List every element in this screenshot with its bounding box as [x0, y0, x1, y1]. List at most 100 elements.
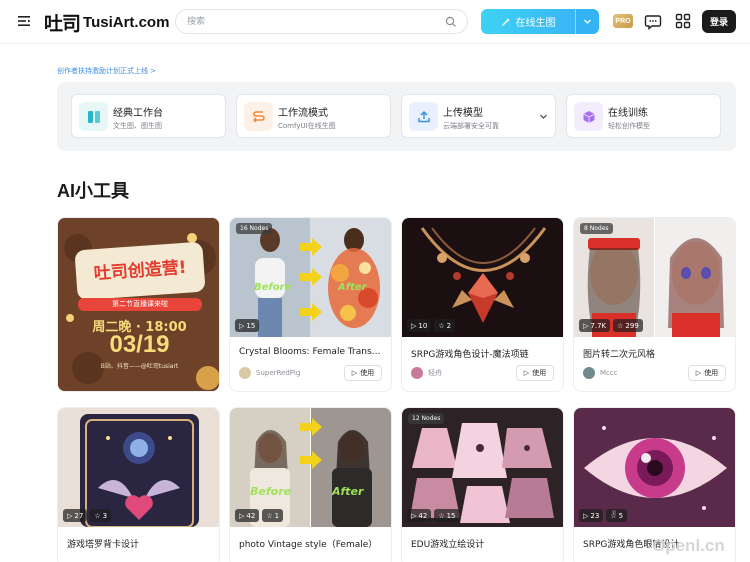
logo-mark: 吐司: [44, 12, 81, 35]
pro-badge[interactable]: PRO: [613, 14, 633, 28]
star-icon: ☆: [266, 511, 273, 520]
star-icon: ☆: [617, 321, 624, 330]
tool-card-image: ▷ 27 ☆ 3: [58, 408, 219, 527]
quick-action-title: 经典工作台: [113, 108, 163, 119]
quick-action-upload-model[interactable]: 上传模型 云端部署安全可靠: [401, 94, 556, 138]
tool-card-title: photo Vintage style（Female）: [239, 540, 378, 550]
generate-label: 在线生图: [515, 18, 556, 29]
star-count-badge: ☆ 1: [262, 509, 284, 522]
author-name: SuperRedPig: [256, 369, 301, 377]
avatar: [411, 367, 423, 379]
star-count-badge: ☆ 15: [434, 509, 460, 522]
nodes-badge: 16 Nodes: [236, 223, 273, 234]
tool-card-title: Crystal Blooms: Female Transp...: [239, 347, 384, 357]
star-icon: ☆: [438, 511, 445, 520]
run-count: 27: [74, 511, 84, 520]
tool-card-title: 图片转二次元风格: [583, 350, 656, 360]
search-icon[interactable]: [445, 16, 457, 28]
run-count-badge: ▷ 10: [407, 319, 432, 332]
stats-row: ▷ 15: [235, 319, 260, 332]
play-icon: ▷: [411, 511, 417, 520]
author-info[interactable]: Mccc: [583, 367, 618, 379]
quick-action-title: 在线训练: [608, 108, 648, 119]
promo-card[interactable]: 吐司创造营! 第二节直播课来啦 周二晚 · 18:00 03/19 B站、抖音—…: [57, 217, 220, 392]
site-logo[interactable]: 吐司 TusiArt.com: [44, 9, 169, 35]
promo-footer: B站、抖音——@吐司tusiart: [100, 363, 179, 370]
tool-card[interactable]: 8 Nodes ▷ 7.7K ☆ 299 图片转二次元风格 Mccc ▷ 使用: [573, 217, 736, 392]
creator-program-link[interactable]: 创作者扶持激励计划正式上线 >: [57, 66, 156, 76]
run-count-badge: ▷ 27: [63, 509, 88, 522]
search-input[interactable]: [187, 13, 437, 30]
login-button[interactable]: 登录: [702, 10, 736, 33]
quick-action-subtitle: 文生图、图生图: [113, 122, 162, 130]
star-count: 1: [274, 511, 280, 520]
stats-row: ▷ 10 ☆ 2: [407, 319, 456, 332]
stats-row: ▷ 42 ☆ 15: [407, 509, 460, 522]
tool-card-image: ▷ 23 ☆ 5: [574, 408, 735, 527]
section-title: AI小工具: [57, 181, 129, 201]
tool-card[interactable]: ▷ 10 ☆ 2 SRPG游戏角色设计-魔法项链 轻舟 ▷ 使用: [401, 217, 564, 392]
run-count-badge: ▷ 15: [235, 319, 260, 332]
quick-actions-panel: 经典工作台 文生图、图生图 工作流模式 ComfyUI在线生图 上传模型 云端部…: [57, 82, 736, 151]
quick-action-online-training[interactable]: 在线训练 轻松创作模型: [566, 94, 721, 138]
tool-card[interactable]: 12 Nodes ▷ 42 ☆ 15 EDU游戏立绘设计: [401, 407, 564, 562]
stats-row: ▷ 7.7K ☆ 299: [579, 319, 643, 332]
play-icon: ▷: [239, 511, 245, 520]
tool-card[interactable]: Before After ▷ 42 ☆ 1 photo Vintage style（…: [229, 407, 392, 562]
star-count-badge: ☆ 2: [434, 319, 456, 332]
generate-button-group: 在线生图: [481, 9, 599, 34]
star-count: 2: [446, 321, 452, 330]
use-button[interactable]: ▷ 使用: [688, 365, 726, 381]
logo-text: TusiArt.com: [83, 13, 170, 31]
use-label: 使用: [704, 369, 719, 377]
author-name: Mccc: [600, 369, 618, 377]
run-count: 15: [246, 321, 256, 330]
author-info[interactable]: 轻舟: [411, 367, 442, 379]
tool-card[interactable]: ▷ 27 ☆ 3 游戏塔罗背卡设计: [57, 407, 220, 562]
run-count-badge: ▷ 23: [579, 509, 604, 522]
use-label: 使用: [532, 369, 547, 377]
quick-action-workflow-mode[interactable]: 工作流模式 ComfyUI在线生图: [236, 94, 391, 138]
author-info[interactable]: SuperRedPig: [239, 367, 300, 379]
quick-action-classic-workbench[interactable]: 经典工作台 文生图、图生图: [71, 94, 226, 138]
use-button[interactable]: ▷ 使用: [516, 365, 554, 381]
tool-card-image: Before After 16 Nodes ▷ 15: [230, 218, 391, 337]
tool-card-title: SRPG游戏角色设计-魔法项链: [411, 350, 529, 360]
run-count: 23: [590, 511, 600, 520]
after-label: After: [332, 485, 364, 498]
generate-dropdown-button[interactable]: [575, 9, 599, 34]
star-count-badge: ☆ 5: [606, 509, 628, 522]
run-count-badge: ▷ 7.7K: [579, 319, 611, 332]
run-count-badge: ▷ 42: [235, 509, 260, 522]
magic-wand-icon: [501, 17, 510, 26]
star-icon: ☆: [610, 511, 617, 520]
tool-card-image: 12 Nodes ▷ 42 ☆ 15: [402, 408, 563, 527]
menu-toggle-icon[interactable]: [16, 13, 32, 29]
upload-icon: [409, 102, 438, 131]
play-icon: ▷: [239, 321, 245, 330]
run-count: 42: [418, 511, 428, 520]
tool-card-title: EDU游戏立绘设计: [411, 540, 485, 550]
chevron-down-icon: [584, 19, 591, 24]
apps-grid-icon[interactable]: [674, 12, 692, 30]
play-icon: ▷: [67, 511, 73, 520]
use-button[interactable]: ▷ 使用: [344, 365, 382, 381]
workflow-icon: [244, 102, 273, 131]
star-icon: ☆: [94, 511, 101, 520]
nodes-badge: 8 Nodes: [580, 223, 613, 234]
tool-card-image: 8 Nodes ▷ 7.7K ☆ 299: [574, 218, 735, 337]
star-count: 3: [102, 511, 108, 520]
quick-action-subtitle: 云端部署安全可靠: [443, 122, 499, 130]
message-icon[interactable]: [644, 12, 662, 30]
layout-icon: [79, 102, 108, 131]
tool-card-title: 游戏塔罗背卡设计: [67, 540, 140, 550]
quick-action-subtitle: ComfyUI在线生图: [278, 122, 336, 130]
run-count: 42: [246, 511, 256, 520]
play-icon: ▷: [583, 321, 589, 330]
generate-button[interactable]: 在线生图: [481, 9, 575, 34]
after-label: After: [338, 282, 367, 293]
tool-card[interactable]: Before After 16 Nodes ▷ 15 Crystal Blooms…: [229, 217, 392, 392]
before-label: Before: [250, 485, 292, 498]
before-label: Before: [254, 282, 292, 293]
chevron-down-icon[interactable]: [539, 112, 548, 121]
